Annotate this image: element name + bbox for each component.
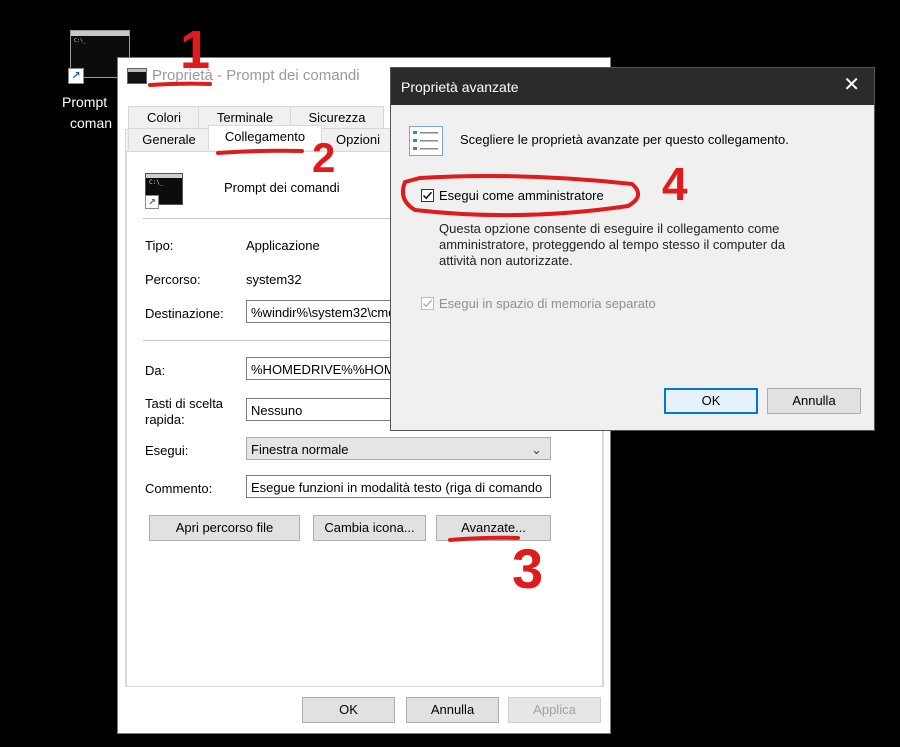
cmd-window-icon — [127, 68, 147, 84]
advanced-cancel-button[interactable]: Annulla — [767, 388, 861, 414]
tab-opzioni[interactable]: Opzioni — [320, 128, 396, 150]
separate-memory-checkbox[interactable] — [421, 297, 434, 310]
esegui-select[interactable]: Finestra normale ⌄ — [246, 437, 551, 460]
checklist-icon — [409, 126, 443, 156]
chevron-down-icon: ⌄ — [531, 442, 542, 457]
app-name: Prompt dei comandi — [224, 180, 340, 195]
annulla-button[interactable]: Annulla — [406, 697, 499, 723]
da-label: Da: — [145, 363, 166, 378]
commento-label: Commento: — [145, 481, 213, 496]
run-as-admin-label[interactable]: Esegui come amministratore — [439, 188, 604, 203]
shortcut-arrow-icon: ↗ — [145, 195, 159, 209]
run-as-admin-description: Questa opzione consente di eseguire il c… — [439, 221, 786, 268]
advanced-ok-button[interactable]: OK — [664, 388, 758, 414]
applica-button[interactable]: Applica — [508, 697, 601, 723]
avanzate-button[interactable]: Avanzate... — [436, 515, 551, 541]
percorso-value: system32 — [246, 272, 302, 287]
close-icon[interactable]: ✕ — [843, 75, 860, 95]
tab-generale[interactable]: Generale — [128, 128, 210, 150]
tab-colori[interactable]: Colori — [128, 106, 200, 128]
apri-percorso-button[interactable]: Apri percorso file — [149, 515, 300, 541]
commento-input[interactable]: Esegue funzioni in modalità testo (riga … — [246, 475, 551, 498]
advanced-header-text: Scegliere le proprietà avanzate per ques… — [460, 132, 789, 147]
tipo-value: Applicazione — [246, 238, 320, 253]
run-as-admin-checkbox[interactable] — [421, 189, 434, 202]
tasti-label: Tasti di scelta rapida: — [145, 396, 224, 427]
percorso-label: Percorso: — [145, 272, 201, 287]
separate-memory-label: Esegui in spazio di memoria separato — [439, 296, 656, 311]
advanced-titlebar[interactable]: Proprietà avanzate ✕ — [391, 68, 874, 105]
esegui-label: Esegui: — [145, 443, 189, 458]
tipo-label: Tipo: — [145, 238, 174, 253]
shortcut-arrow-icon: ↗ — [68, 68, 84, 84]
advanced-properties-dialog: Proprietà avanzate ✕ Scegliere le propri… — [390, 67, 875, 431]
advanced-title: Proprietà avanzate — [401, 79, 519, 95]
ok-button[interactable]: OK — [302, 697, 395, 723]
properties-title: Proprietà - Prompt dei comandi — [152, 67, 360, 84]
destinazione-label: Destinazione: — [145, 306, 224, 321]
cambia-icona-button[interactable]: Cambia icona... — [313, 515, 426, 541]
tab-collegamento[interactable]: Collegamento — [208, 125, 322, 150]
